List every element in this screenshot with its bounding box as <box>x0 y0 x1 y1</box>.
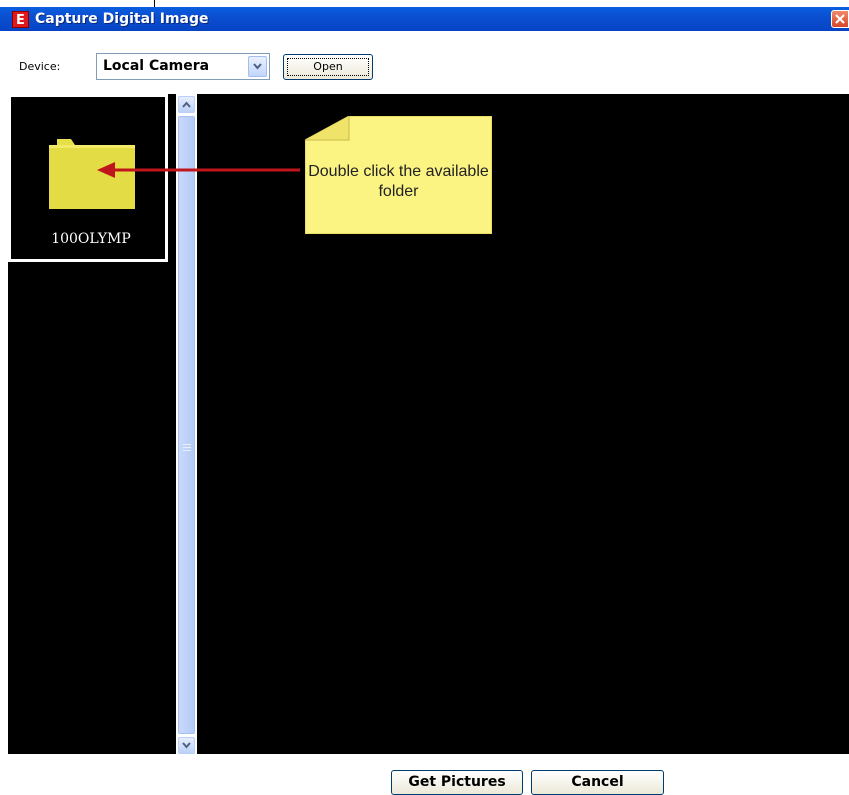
folder-name: 100OLYMP <box>51 231 131 247</box>
callout-text: Double click the available folder <box>308 163 489 200</box>
scroll-down-arrow-icon <box>182 742 191 749</box>
device-dropdown-value: Local Camera <box>103 58 210 74</box>
image-preview-panel[interactable] <box>197 94 849 754</box>
app-e-icon[interactable]: E <box>12 11 29 28</box>
folder-list-panel[interactable]: 100OLYMP <box>8 94 176 754</box>
focus-ring <box>287 58 369 76</box>
top-strip <box>0 0 849 7</box>
chevron-down-icon <box>253 63 262 70</box>
cancel-button[interactable]: Cancel <box>531 770 664 795</box>
close-button[interactable] <box>831 10 849 28</box>
vertical-scrollbar[interactable] <box>176 94 197 754</box>
window-title: Capture Digital Image <box>35 11 209 27</box>
scroll-down-button[interactable] <box>178 737 195 754</box>
device-dropdown-button[interactable] <box>248 56 267 77</box>
title-bar[interactable]: E Capture Digital Image <box>0 7 849 31</box>
capture-digital-image-window: E Capture Digital Image Device: Local Ca… <box>0 7 849 795</box>
close-icon <box>835 14 845 24</box>
get-pictures-button[interactable]: Get Pictures <box>391 770 523 795</box>
open-button[interactable]: Open <box>283 54 373 80</box>
scroll-grip <box>183 444 191 453</box>
divider <box>154 0 155 7</box>
annotation-arrow <box>97 162 300 178</box>
device-dropdown[interactable]: Local Camera <box>96 53 270 80</box>
device-label: Device: <box>19 60 61 73</box>
scroll-up-button[interactable] <box>178 96 195 113</box>
scroll-up-arrow-icon <box>182 101 191 108</box>
scroll-thumb[interactable] <box>178 116 195 734</box>
